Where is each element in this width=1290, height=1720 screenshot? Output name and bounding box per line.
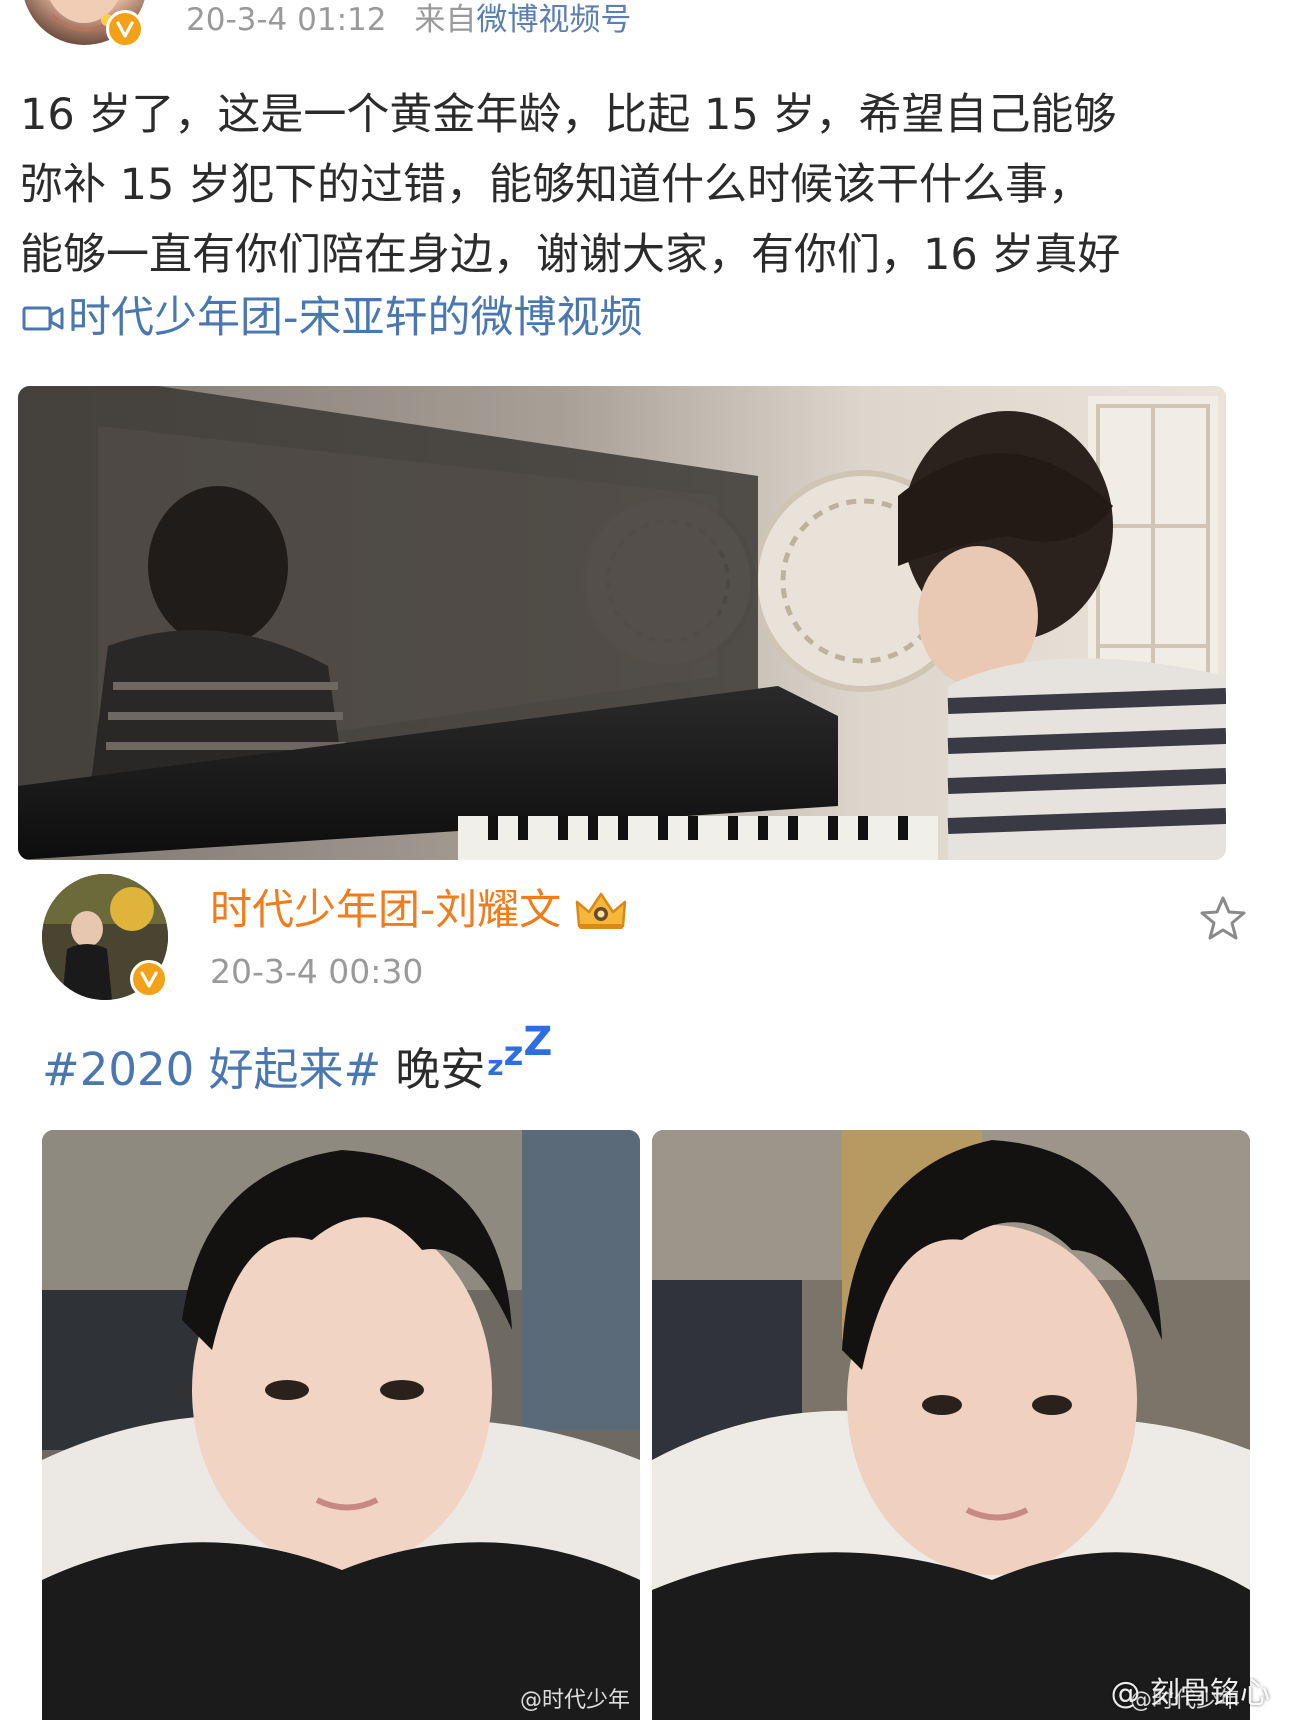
video-thumbnail[interactable] bbox=[18, 386, 1226, 860]
verified-icon bbox=[106, 10, 144, 48]
video-link-label: 时代少年团-宋亚轩的微博视频 bbox=[68, 293, 643, 343]
post1-body: 16 岁了，这是一个黄金年龄，比起 15 岁，希望自己能够 弥补 15 岁犯下的… bbox=[20, 80, 1260, 290]
post1-source-prefix: 来自 bbox=[414, 2, 477, 38]
video-camera-icon bbox=[20, 301, 66, 335]
post1-line-1: 16 岁了，这是一个黄金年龄，比起 15 岁，希望自己能够 bbox=[20, 90, 1117, 140]
post2-author[interactable]: 时代少年团-刘耀文 bbox=[210, 880, 629, 940]
post1-meta: 20-3-4 01:12 来自微博视频号 bbox=[186, 0, 631, 40]
post1-line-3: 能够一直有你们陪在身边，谢谢大家，有你们，16 岁真好 bbox=[20, 230, 1121, 280]
sleep-emoji-icon: zzZ bbox=[487, 1019, 553, 1082]
corner-watermark: @ 刻骨铭心 bbox=[1110, 1676, 1270, 1711]
hashtag-link[interactable]: #2020 好起来# bbox=[42, 1038, 381, 1102]
post2-body: #2020 好起来# 晚安 zzZ bbox=[42, 1019, 552, 1102]
post2-photo-1[interactable]: @时代少年 bbox=[42, 1130, 640, 1720]
crown-icon bbox=[573, 888, 629, 932]
verified-icon bbox=[130, 960, 168, 998]
video-link[interactable]: 时代少年团-宋亚轩的微博视频 bbox=[20, 288, 643, 348]
post2-photo-2[interactable]: @时代少年 bbox=[652, 1130, 1250, 1720]
post1-line-2: 弥补 15 岁犯下的过错，能够知道什么时候该干什么事， bbox=[20, 160, 1092, 210]
post2-text: 晚安 bbox=[395, 1043, 486, 1096]
post2-time: 20-3-4 00:30 bbox=[210, 952, 424, 991]
star-icon bbox=[1200, 896, 1246, 940]
favorite-star-button[interactable] bbox=[1196, 892, 1250, 946]
post1-time: 20-3-4 01:12 bbox=[186, 2, 387, 38]
post1-source-link[interactable]: 微博视频号 bbox=[476, 2, 631, 38]
post2-author-name: 时代少年团-刘耀文 bbox=[210, 885, 562, 934]
photo-watermark: @时代少年 bbox=[519, 1688, 630, 1713]
